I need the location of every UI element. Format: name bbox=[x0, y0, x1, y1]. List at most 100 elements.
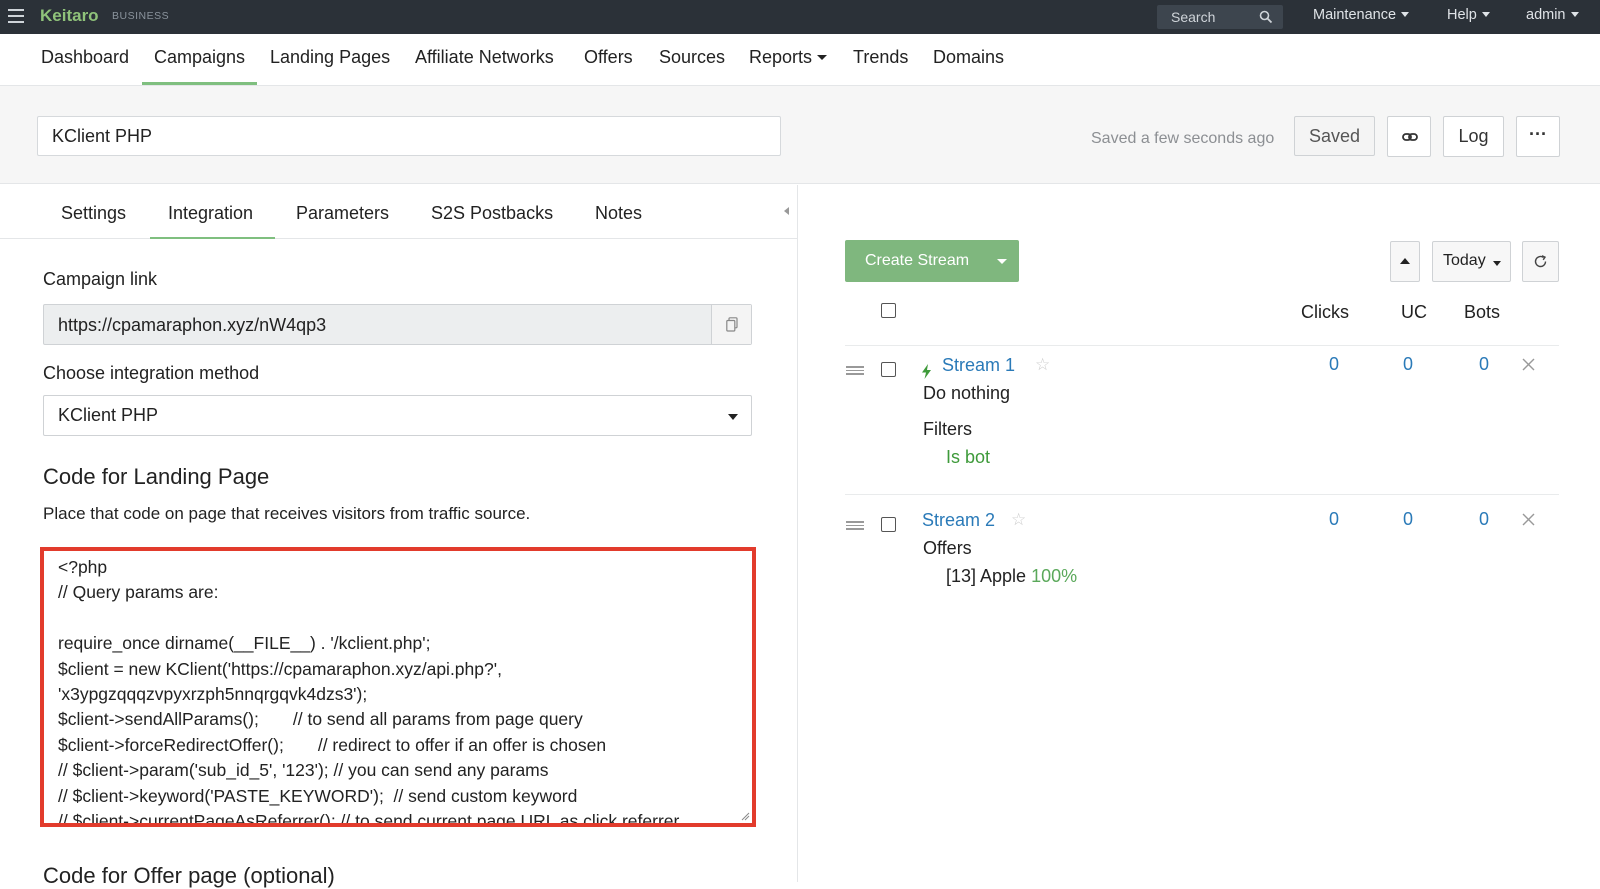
link-button[interactable] bbox=[1387, 116, 1431, 157]
drag-handle-icon[interactable] bbox=[846, 521, 864, 530]
stream-1-bots: 0 bbox=[1478, 354, 1489, 374]
chevron-down-icon bbox=[1493, 261, 1501, 266]
refresh-icon bbox=[1534, 255, 1547, 268]
code-line: $client = new KClient('https://cpamaraph… bbox=[58, 658, 502, 679]
user-menu[interactable]: admin bbox=[1526, 7, 1579, 23]
period-value: Today bbox=[1443, 252, 1486, 269]
saved-button[interactable]: Saved bbox=[1294, 116, 1375, 156]
campaign-header: Saved a few seconds ago Saved Log ··· bbox=[0, 86, 1600, 184]
column-uc: UC bbox=[1401, 302, 1427, 322]
nav-dashboard[interactable]: Dashboard bbox=[41, 47, 129, 85]
chevron-down-icon bbox=[817, 55, 828, 60]
chevron-down-icon bbox=[1570, 12, 1579, 17]
maintenance-menu[interactable]: Maintenance bbox=[1313, 7, 1410, 23]
refresh-button[interactable] bbox=[1522, 241, 1559, 282]
stream-2-offer: [13] Apple 100% bbox=[946, 566, 1078, 586]
caret-up-icon bbox=[1400, 258, 1410, 264]
stream-checkbox[interactable] bbox=[881, 362, 896, 377]
more-options-button[interactable]: ··· bbox=[1516, 116, 1560, 157]
campaign-link-field[interactable]: https://cpamaraphon.xyz/nW4qp3 bbox=[43, 304, 752, 345]
stream-1-link[interactable]: Stream 1 bbox=[942, 355, 1015, 376]
main-nav: Dashboard Campaigns Landing Pages Affili… bbox=[0, 34, 1600, 86]
brand-edition: BUSINESS bbox=[112, 10, 170, 22]
lightning-icon bbox=[922, 364, 931, 379]
search-input[interactable]: Search bbox=[1157, 5, 1283, 29]
chevron-down-icon bbox=[1481, 12, 1490, 17]
code-line: 'x3ypgzqqqzvpyxrzph5nnqrgqvk4dzs3'); bbox=[58, 683, 368, 704]
stream-1-action: Do nothing bbox=[923, 383, 1011, 403]
code-line: // Query params are: bbox=[58, 582, 219, 603]
close-icon[interactable] bbox=[1522, 358, 1535, 371]
search-placeholder: Search bbox=[1171, 9, 1216, 25]
campaign-name-input[interactable] bbox=[37, 116, 781, 156]
saved-status: Saved a few seconds ago bbox=[1091, 130, 1275, 147]
integration-panel: Settings Integration Parameters S2S Post… bbox=[0, 185, 798, 888]
nav-reports[interactable]: Reports bbox=[749, 47, 828, 85]
menu-icon[interactable] bbox=[8, 9, 24, 23]
sort-up-button[interactable] bbox=[1390, 241, 1420, 282]
landing-code-textarea[interactable]: <?php // Query params are: require_once … bbox=[40, 547, 756, 827]
chevron-down-icon bbox=[1401, 12, 1410, 17]
drag-handle-icon[interactable] bbox=[846, 366, 864, 375]
log-button[interactable]: Log bbox=[1443, 116, 1504, 157]
campaign-link-label: Campaign link bbox=[43, 269, 158, 289]
chevron-down-icon bbox=[997, 259, 1007, 264]
nav-trends[interactable]: Trends bbox=[853, 47, 908, 85]
nav-campaigns[interactable]: Campaigns bbox=[142, 47, 258, 85]
code-line: $client->forceRedirectOffer(); // redire… bbox=[58, 734, 607, 755]
period-select[interactable]: Today bbox=[1432, 241, 1511, 282]
divider bbox=[845, 494, 1559, 495]
tab-notes[interactable]: Notes bbox=[595, 203, 642, 239]
resize-handle-icon[interactable] bbox=[741, 812, 750, 821]
tab-settings[interactable]: Settings bbox=[61, 203, 126, 239]
code-description: Place that code on page that receives vi… bbox=[43, 504, 531, 523]
code-line: // $client->currentPageAsReferrer(); // … bbox=[58, 810, 680, 827]
stream-2-bots: 0 bbox=[1478, 509, 1489, 529]
code-line: // $client->param('sub_id_5', '123'); //… bbox=[58, 760, 549, 781]
nav-sources[interactable]: Sources bbox=[659, 47, 725, 85]
nav-domains[interactable]: Domains bbox=[933, 47, 1004, 85]
stream-2-offers-label: Offers bbox=[923, 538, 972, 558]
link-icon bbox=[1402, 133, 1418, 141]
stream-2-uc: 0 bbox=[1402, 509, 1413, 529]
search-icon bbox=[1259, 10, 1273, 24]
create-stream-button[interactable]: Create Stream bbox=[845, 240, 1019, 282]
integration-method-select[interactable]: KClient PHP bbox=[43, 395, 752, 436]
code-line: <?php bbox=[58, 557, 108, 577]
code-heading: Code for Landing Page bbox=[43, 464, 270, 489]
campaign-tabs: Settings Integration Parameters S2S Post… bbox=[0, 185, 798, 239]
integration-method-value: KClient PHP bbox=[58, 405, 159, 425]
tab-parameters[interactable]: Parameters bbox=[296, 203, 389, 239]
stream-1-uc: 0 bbox=[1402, 354, 1413, 374]
campaign-link-value: https://cpamaraphon.xyz/nW4qp3 bbox=[58, 315, 327, 335]
streams-panel: Create Stream Today Clicks UC Bots Strea… bbox=[799, 185, 1600, 882]
column-bots: Bots bbox=[1464, 302, 1501, 322]
stream-2-link[interactable]: Stream 2 bbox=[922, 510, 995, 531]
code-line: require_once dirname(__FILE__) . '/kclie… bbox=[58, 633, 431, 654]
stream-1-filter: Is bot bbox=[946, 447, 991, 467]
star-icon[interactable]: ☆ bbox=[1035, 355, 1050, 375]
close-icon[interactable] bbox=[1522, 513, 1535, 526]
offer-share: 100% bbox=[1031, 566, 1078, 586]
stream-checkbox[interactable] bbox=[881, 517, 896, 532]
stream-1-filters-label: Filters bbox=[923, 419, 972, 439]
column-clicks: Clicks bbox=[1301, 302, 1349, 322]
stream-2-clicks: 0 bbox=[1328, 509, 1339, 529]
select-all-checkbox[interactable] bbox=[881, 303, 896, 318]
create-stream-label: Create Stream bbox=[865, 252, 970, 269]
method-label: Choose integration method bbox=[43, 363, 260, 383]
brand-logo[interactable]: Keitaro bbox=[40, 6, 99, 26]
create-stream-dropdown[interactable] bbox=[985, 240, 1019, 282]
copy-button[interactable] bbox=[711, 305, 751, 344]
tab-integration[interactable]: Integration bbox=[150, 203, 275, 239]
tab-s2s-postbacks[interactable]: S2S Postbacks bbox=[431, 203, 553, 239]
divider bbox=[845, 345, 1559, 346]
help-menu[interactable]: Help bbox=[1447, 7, 1490, 23]
nav-landing-pages[interactable]: Landing Pages bbox=[270, 47, 390, 85]
collapse-panel-icon[interactable] bbox=[784, 207, 789, 215]
nav-affiliate-networks[interactable]: Affiliate Networks bbox=[415, 47, 554, 85]
nav-offers[interactable]: Offers bbox=[584, 47, 633, 85]
star-icon[interactable]: ☆ bbox=[1011, 510, 1026, 530]
top-bar: Keitaro BUSINESS Search Maintenance Help… bbox=[0, 0, 1600, 34]
